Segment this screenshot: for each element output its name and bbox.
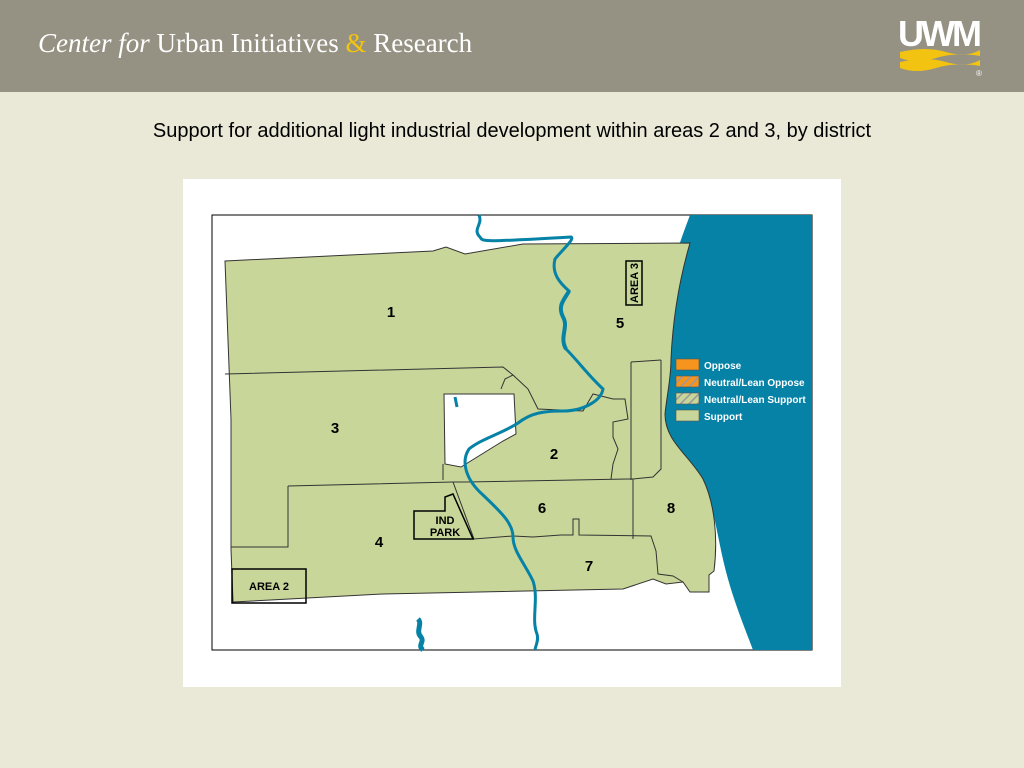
uwm-logo: UWM ® xyxy=(898,13,983,78)
legend-swatch-neutral-lean-support xyxy=(675,392,700,405)
logo-text: UWM xyxy=(898,13,980,54)
district-7-label: 7 xyxy=(585,558,593,575)
district-map: AREA 2 AREA 3 IND PARK 1 2 3 4 5 6 7 8 O… xyxy=(183,179,841,687)
legend-label-oppose: Oppose xyxy=(704,361,742,372)
district-1-label: 1 xyxy=(387,304,395,321)
district-5-label: 5 xyxy=(616,315,624,332)
district-4-label: 4 xyxy=(375,534,384,551)
brand-lead: Center for xyxy=(38,28,150,58)
header-bar: Center for Urban Initiatives & Research … xyxy=(0,0,1024,92)
brand-name-part2: Research xyxy=(373,28,473,58)
district-3-label: 3 xyxy=(331,420,339,437)
map-svg: AREA 2 AREA 3 IND PARK 1 2 3 4 5 6 7 8 O… xyxy=(211,214,813,652)
ind-park-label-line2: PARK xyxy=(430,527,460,539)
area-3-label: AREA 3 xyxy=(629,263,641,303)
brand-title: Center for Urban Initiatives & Research xyxy=(38,28,472,59)
district-6-label: 6 xyxy=(538,500,546,517)
ind-park-label-line1: IND xyxy=(436,515,455,527)
district-2-label: 2 xyxy=(550,446,558,463)
legend-label-neutral-lean-support: Neutral/Lean Support xyxy=(704,395,806,406)
brand-name-part1: Urban Initiatives xyxy=(156,28,339,58)
area-2-label: AREA 2 xyxy=(249,581,289,593)
legend-swatch-support xyxy=(675,409,700,422)
logo-mark: ® xyxy=(976,69,982,78)
district-8-label: 8 xyxy=(667,500,675,517)
legend-label-neutral-lean-oppose: Neutral/Lean Oppose xyxy=(704,378,805,389)
brand-ampersand: & xyxy=(345,28,367,58)
legend-swatch-oppose xyxy=(675,358,700,371)
legend-label-support: Support xyxy=(704,412,743,423)
legend-swatch-neutral-lean-oppose xyxy=(675,375,700,388)
slide-title: Support for additional light industrial … xyxy=(152,120,872,142)
